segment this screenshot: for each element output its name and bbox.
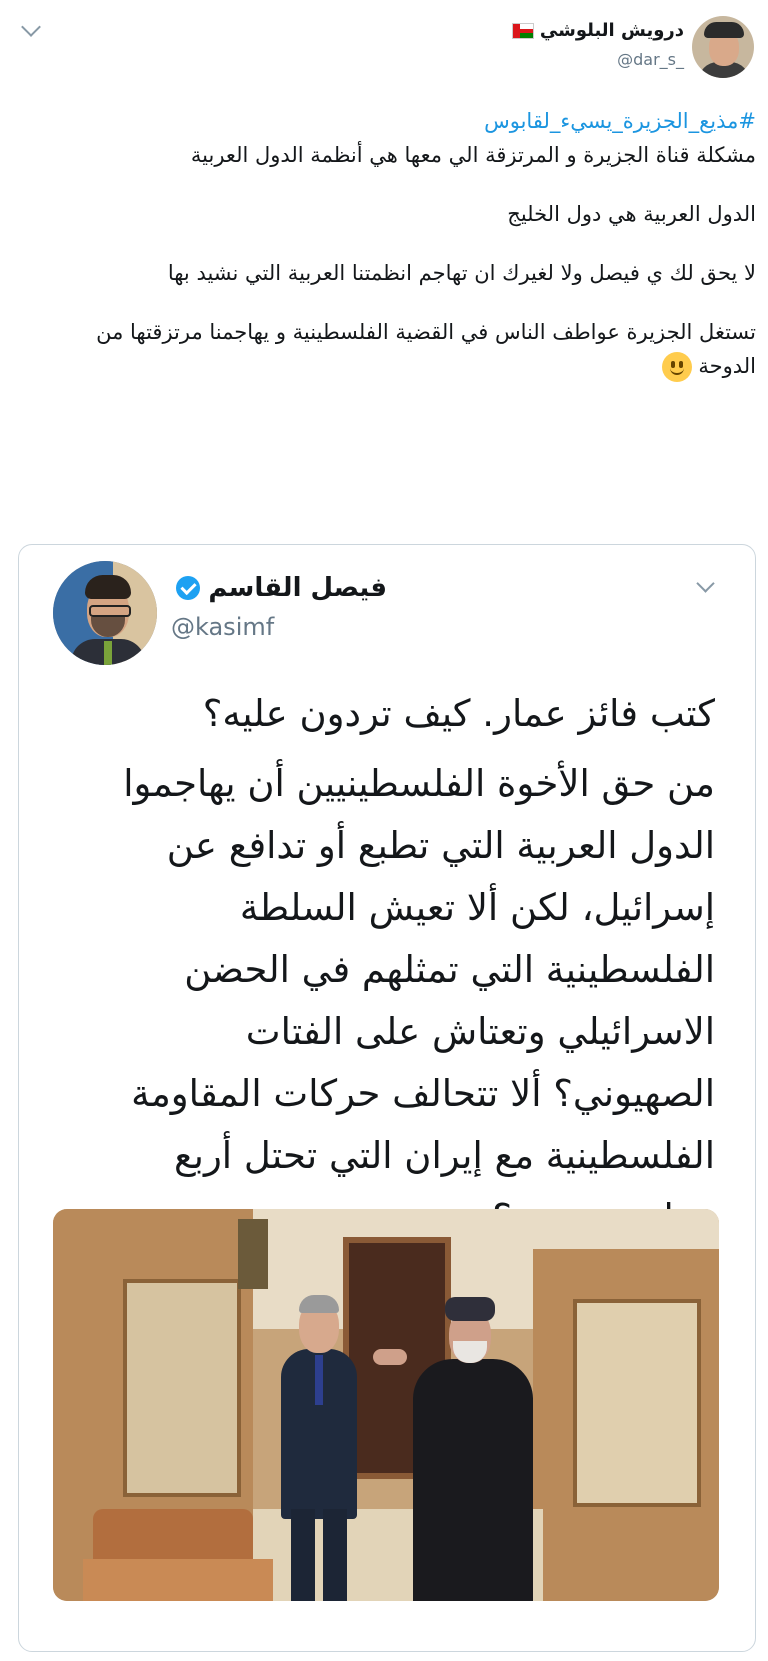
- tweet-card: درويش البلوشي @dar_s_ #مذيع_الجزيرة_يسيء…: [0, 0, 768, 1661]
- quoted-tweet-text: كتب فائز عمار. كيف تردون عليه؟ من حق الأ…: [115, 683, 715, 1249]
- tweet-paragraph: تستغل الجزيرة عواطف الناس في القضية الفل…: [96, 320, 756, 378]
- oman-flag-icon: [511, 22, 534, 39]
- tweet-paragraph: لا يحق لك ي فيصل ولا لغيرك ان تهاجم انظم…: [167, 261, 756, 285]
- quoted-tweet-photo[interactable]: [53, 1209, 719, 1601]
- hashtag-link[interactable]: #مذيع_الجزيرة_يسيء_لقابوس: [484, 109, 756, 133]
- tweet-paragraph: مشكلة قناة الجزيرة و المرتزقة الي معها ه…: [190, 143, 756, 167]
- chevron-down-icon[interactable]: [21, 17, 41, 37]
- quoted-author-name[interactable]: فيصل القاسم: [208, 573, 387, 603]
- quoted-line: من حق الأخوة الفلسطينيين أن يهاجموا الدو…: [123, 762, 715, 1239]
- quoted-author-avatar[interactable]: [53, 561, 157, 665]
- author-name[interactable]: درويش البلوشي: [540, 20, 684, 41]
- tweet-paragraph: الدول العربية هي دول الخليج: [507, 202, 756, 226]
- chevron-down-icon[interactable]: [696, 574, 715, 593]
- quoted-author-handle[interactable]: @kasimf: [171, 613, 274, 641]
- quoted-author-name-row: فيصل القاسم: [176, 573, 387, 603]
- tweet-text: #مذيع_الجزيرة_يسيء_لقابوس مشكلة قناة الج…: [40, 104, 756, 383]
- slightly-smiling-face-icon: [661, 352, 692, 382]
- author-handle[interactable]: @dar_s_: [617, 50, 684, 69]
- author-avatar[interactable]: [692, 16, 754, 78]
- author-name-row: درويش البلوشي: [511, 20, 684, 41]
- quoted-tweet[interactable]: فيصل القاسم @kasimf كتب فائز عمار. كيف ت…: [18, 544, 756, 1652]
- quoted-line: كتب فائز عمار. كيف تردون عليه؟: [202, 692, 715, 735]
- verified-badge-icon: [176, 576, 201, 600]
